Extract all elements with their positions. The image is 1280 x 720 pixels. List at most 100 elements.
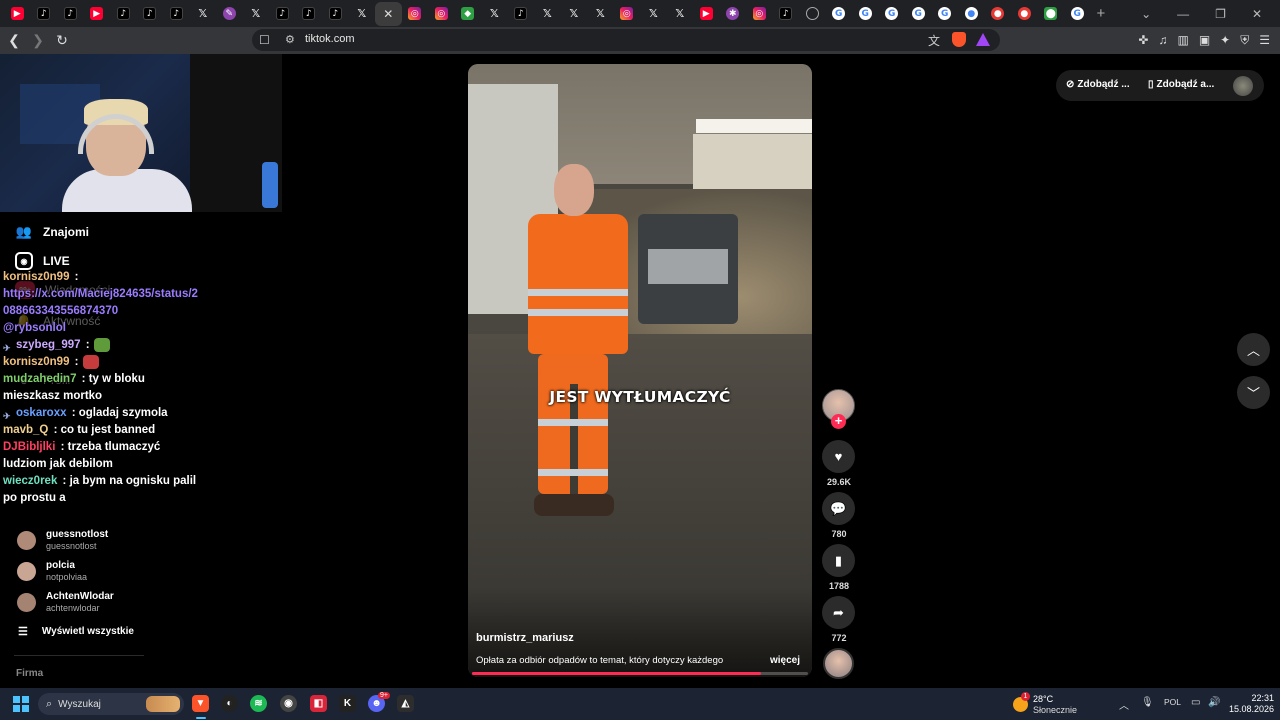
previous-video-button[interactable]: ︿ — [1237, 333, 1270, 366]
browser-tab[interactable]: ✕ — [375, 1, 402, 26]
sidebar-item-live[interactable]: ◉ LIVE — [15, 252, 70, 270]
chrome-like-icon[interactable]: ◉ — [280, 695, 297, 712]
browser-tab[interactable]: G — [852, 2, 879, 26]
translate-icon[interactable]: 文 — [928, 32, 940, 49]
browser-tab[interactable]: ♪ — [322, 2, 349, 26]
kick-icon[interactable]: K — [339, 695, 356, 712]
browser-tab[interactable]: ♪ — [110, 2, 137, 26]
site-settings-icon[interactable]: ⚙ — [285, 33, 295, 46]
music-icon[interactable]: ♫ — [1158, 33, 1167, 48]
menu-icon[interactable]: ☰ — [1259, 33, 1270, 48]
following-account[interactable]: AchtenWlodar achtenwlodar — [17, 591, 114, 614]
browser-tab[interactable]: ● — [958, 2, 985, 26]
back-icon[interactable]: ❮ — [4, 32, 24, 49]
browser-tab[interactable]: ♪ — [773, 2, 800, 26]
video-author[interactable]: burmistrz_mariusz — [476, 632, 574, 644]
sidebar-icon[interactable]: ▥ — [1177, 33, 1188, 48]
music-disc[interactable] — [823, 648, 854, 679]
comment-button[interactable]: 💬 — [822, 492, 855, 525]
following-account[interactable]: guessnotlost guessnotlost — [17, 529, 108, 552]
following-account[interactable]: polcia notpolviaa — [17, 560, 87, 583]
speaker-icon[interactable]: 🔊 — [1208, 697, 1220, 708]
browser-tab[interactable]: ◆ — [455, 2, 482, 26]
follow-button[interactable]: + — [831, 414, 846, 429]
address-bar[interactable]: ☐ ⚙ tiktok.com 文 — [252, 29, 1000, 51]
browser-tab[interactable]: ⬤ — [1038, 2, 1065, 26]
tab-search-icon[interactable]: ⌄ — [1141, 7, 1151, 21]
weather-widget[interactable]: 1 28°C Słonecznie — [1013, 692, 1113, 716]
browser-tab[interactable]: 𝕏 — [667, 2, 694, 26]
taskbar-search[interactable]: ⌕ Wyszukaj — [38, 693, 184, 715]
browser-tab[interactable]: G — [879, 2, 906, 26]
browser-tab[interactable] — [799, 2, 826, 26]
minimize-button[interactable]: — — [1177, 7, 1189, 21]
url-text[interactable]: tiktok.com — [305, 33, 355, 45]
browser-tab[interactable]: 𝕏 — [587, 2, 614, 26]
share-button[interactable]: ➦ — [822, 596, 855, 629]
obs-like-icon[interactable]: ◭ — [397, 695, 414, 712]
get-app-button[interactable]: ▯ Zdobądź a... — [1148, 79, 1214, 90]
microphone-icon[interactable]: 🎙 — [1141, 697, 1154, 708]
new-tab-button[interactable]: + — [1097, 5, 1106, 22]
browser-tab[interactable]: ◎ — [746, 2, 773, 26]
browser-tab[interactable]: G — [932, 2, 959, 26]
browser-tab[interactable]: ✎ — [216, 2, 243, 26]
language-indicator[interactable]: POL — [1164, 697, 1181, 707]
get-coins-button[interactable]: ⊘ Zdobądź ... — [1066, 79, 1130, 90]
browser-tab[interactable]: ♪ — [269, 2, 296, 26]
forward-icon[interactable]: ❯ — [28, 32, 48, 49]
vpn-icon[interactable]: ⛨ — [1240, 33, 1249, 48]
browser-tab[interactable]: 𝕏 — [561, 2, 588, 26]
show-all-button[interactable]: ☰ Wyświetl wszystkie — [18, 625, 134, 638]
brave-icon[interactable]: ▼ — [192, 695, 209, 712]
save-button[interactable]: ▮ — [822, 544, 855, 577]
browser-tab[interactable]: ◎ — [402, 2, 429, 26]
steam-icon[interactable]: ◐ — [221, 695, 238, 712]
leo-ai-icon[interactable]: ✦ — [1220, 33, 1230, 48]
red-app-icon[interactable]: ◧ — [310, 695, 327, 712]
browser-tab[interactable]: ♪ — [508, 2, 535, 26]
bookmark-icon[interactable]: ☐ — [259, 33, 270, 47]
browser-tab[interactable]: 𝕏 — [349, 2, 376, 26]
browser-tab[interactable]: 𝕏 — [481, 2, 508, 26]
browser-tab[interactable]: ♪ — [163, 2, 190, 26]
windows-start-icon[interactable] — [13, 696, 29, 712]
browser-tab[interactable]: ▶ — [693, 2, 720, 26]
video-player[interactable]: JEST WYTŁUMACZYĆ burmistrz_mariusz Opłat… — [468, 64, 812, 677]
sidebar-item-friends[interactable]: 👥 Znajomi — [15, 223, 89, 241]
browser-tab[interactable]: ◎ — [614, 2, 641, 26]
chevron-up-icon[interactable]: ︿ — [1119, 697, 1129, 712]
browser-tab[interactable]: 𝕏 — [640, 2, 667, 26]
reload-icon[interactable]: ↻ — [52, 32, 72, 49]
browser-tab[interactable]: ● — [1011, 2, 1038, 26]
browser-tab[interactable]: ♪ — [57, 2, 84, 26]
browser-tab[interactable]: 𝕏 — [534, 2, 561, 26]
extensions-icon[interactable]: ✜ — [1138, 33, 1148, 48]
wallet-icon[interactable]: ▣ — [1199, 33, 1210, 48]
browser-tab[interactable]: G — [1064, 2, 1091, 26]
like-button[interactable]: ♥ — [822, 440, 855, 473]
next-video-button[interactable]: ﹀ — [1237, 376, 1270, 409]
browser-tab[interactable]: G — [826, 2, 853, 26]
system-clock[interactable]: 22:31 15.08.2026 — [1222, 693, 1274, 715]
brave-rewards-icon[interactable] — [976, 33, 990, 46]
browser-tab[interactable]: ♪ — [296, 2, 323, 26]
browser-tab[interactable]: ● — [985, 2, 1012, 26]
maximize-button[interactable]: ❐ — [1215, 7, 1226, 21]
browser-tab[interactable]: ✱ — [720, 2, 747, 26]
user-avatar[interactable] — [1233, 76, 1253, 96]
spotify-icon[interactable]: ≋ — [250, 695, 267, 712]
browser-tab[interactable]: 𝕏 — [190, 2, 217, 26]
browser-tab[interactable]: ♪ — [31, 2, 58, 26]
browser-tab[interactable]: ▶ — [4, 2, 31, 26]
browser-tab[interactable]: ▶ — [84, 2, 111, 26]
browser-tab[interactable]: ◎ — [428, 2, 455, 26]
progress-bar[interactable] — [472, 672, 761, 675]
close-window-button[interactable]: ✕ — [1252, 7, 1262, 21]
company-link[interactable]: Firma — [16, 668, 43, 679]
browser-tab[interactable]: 𝕏 — [243, 2, 270, 26]
browser-tab[interactable]: ♪ — [137, 2, 164, 26]
brave-shields-icon[interactable] — [952, 32, 966, 47]
more-button[interactable]: więcej — [770, 655, 800, 666]
display-icon[interactable]: ▭ — [1191, 697, 1200, 708]
